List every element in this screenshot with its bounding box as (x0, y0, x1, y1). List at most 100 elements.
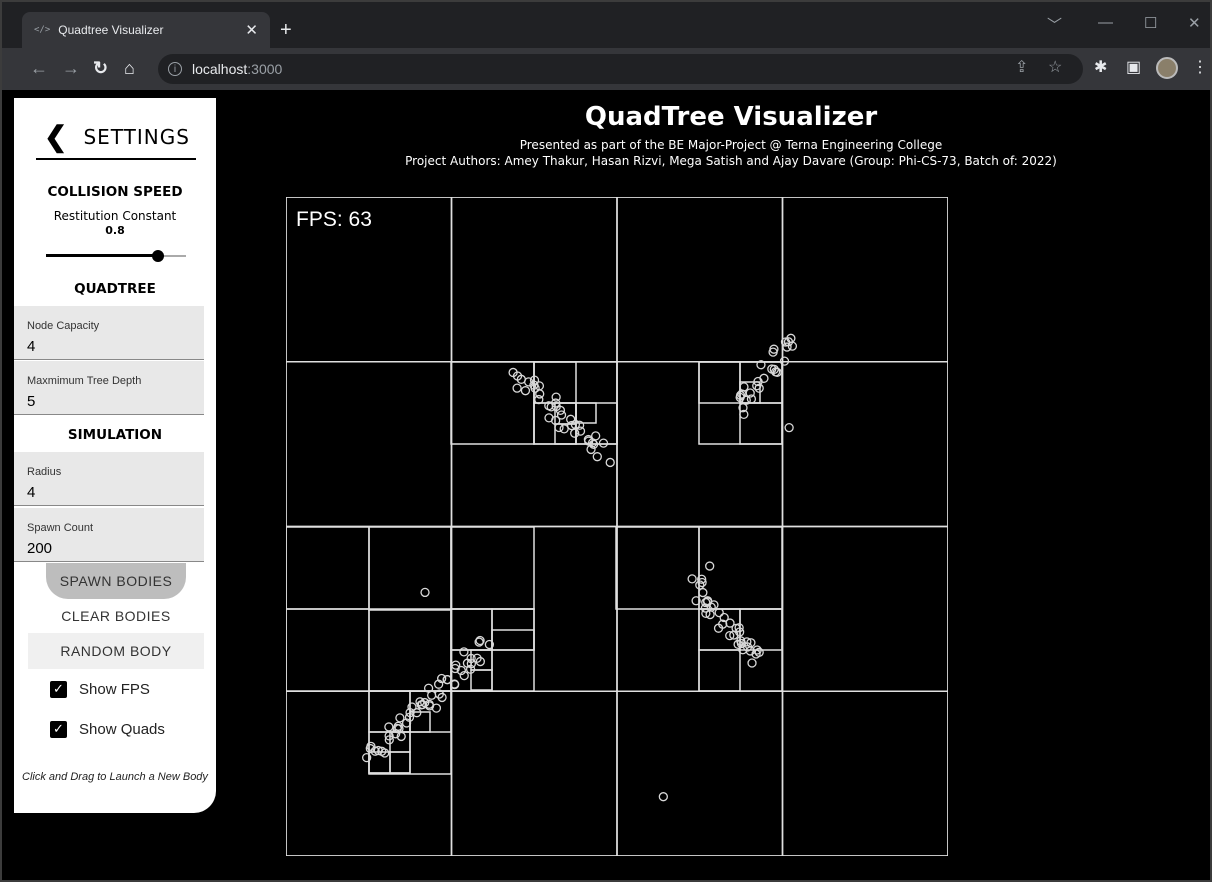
body-particle (559, 424, 569, 434)
profile-avatar[interactable] (1156, 57, 1178, 79)
quadtree-node (739, 608, 783, 651)
body-particle (658, 792, 668, 802)
spawn-count-field[interactable]: Spawn Count (14, 508, 204, 562)
spawn-bodies-button[interactable]: SPAWN BODIES (46, 563, 186, 599)
body-particle (687, 574, 697, 584)
chevron-left-icon[interactable]: ❮ (44, 123, 67, 151)
close-window-icon[interactable]: ✕ (1188, 14, 1201, 32)
quadtree-node (575, 402, 597, 424)
tab-title: Quadtree Visualizer (58, 23, 164, 37)
forward-icon[interactable]: → (62, 58, 80, 78)
settings-header[interactable]: ❮ SETTINGS (36, 116, 196, 160)
body-particle (459, 647, 469, 657)
checkmark-icon[interactable]: ✓ (50, 680, 67, 698)
quadtree-node (286, 608, 370, 692)
quadtree-node (389, 751, 411, 774)
settings-title: SETTINGS (83, 125, 190, 149)
extensions-icon[interactable]: ✱ (1094, 59, 1107, 77)
body-particle (420, 587, 430, 598)
radius-label: Radius (27, 466, 62, 478)
maximize-icon[interactable]: ☐ (1144, 14, 1157, 32)
quadtree-node (470, 669, 493, 691)
page-subtitle: Presented as part of the BE Major-Projec… (519, 138, 943, 152)
quadtree-node (615, 526, 700, 610)
restitution-value: 0.8 (105, 224, 125, 237)
url-host: localhost (192, 61, 248, 77)
address-bar[interactable]: i localhost:3000 (158, 54, 1083, 84)
settings-panel: ❮ SETTINGS COLLISION SPEED Restitution C… (14, 98, 216, 813)
code-icon: </> (34, 25, 51, 35)
body-particle (782, 342, 792, 352)
show-fps-checkbox[interactable]: ✓ Show FPS (50, 677, 150, 701)
quadtree-node (781, 197, 948, 363)
body-particle (556, 410, 567, 420)
star-icon[interactable]: ☆ (1048, 59, 1062, 77)
slider-thumb[interactable] (152, 250, 164, 262)
body-particle (714, 607, 724, 618)
quadtree-node (698, 526, 783, 610)
quadtree-node (368, 526, 452, 611)
url-port: :3000 (247, 61, 283, 77)
slider-fill (46, 254, 158, 257)
reload-icon[interactable]: ↻ (93, 58, 108, 78)
node-capacity-input[interactable] (27, 338, 197, 355)
quadtree-canvas[interactable] (286, 197, 948, 856)
quadtree-node (698, 361, 741, 404)
body-particle (427, 690, 437, 700)
quadtree-node (781, 361, 948, 528)
quadtree-node (368, 608, 452, 692)
quadtree-node (781, 525, 948, 692)
radius-field[interactable]: Radius (14, 452, 204, 506)
menu-icon[interactable]: ⋮ (1192, 59, 1208, 77)
body-particle (592, 452, 602, 462)
show-quads-checkbox[interactable]: ✓ Show Quads (50, 717, 165, 741)
body-particle (784, 422, 794, 433)
back-icon[interactable]: ← (30, 58, 48, 78)
quadtree-node (616, 690, 784, 856)
spawn-count-label: Spawn Count (27, 522, 94, 534)
tab-search-icon[interactable]: ﹀ (1047, 14, 1062, 35)
quadtree-node (616, 197, 784, 363)
quadtree-node (450, 526, 535, 610)
page-title: QuadTree Visualizer (584, 102, 878, 132)
simulation-title: SIMULATION (67, 427, 163, 443)
spawn-count-input[interactable] (27, 540, 197, 557)
close-tab-icon[interactable]: ✕ (245, 21, 258, 39)
body-particle (705, 561, 715, 571)
body-particle (739, 382, 749, 392)
body-particle (698, 587, 708, 598)
show-quads-label: Show Quads (79, 720, 165, 738)
body-particle (384, 722, 394, 732)
quadtree-title: QUADTREE (74, 281, 156, 297)
checkmark-icon[interactable]: ✓ (50, 720, 67, 738)
quadtree-node (781, 690, 948, 856)
share-icon[interactable]: ⇪ (1015, 59, 1028, 77)
body-particle (442, 674, 452, 685)
browser-tab[interactable]: </> Quadtree Visualizer ✕ (22, 12, 270, 48)
page-authors: Project Authors: Amey Thakur, Hasan Rizv… (405, 154, 1057, 168)
body-particle (598, 438, 609, 448)
quadtree-node (491, 629, 535, 651)
drag-hint: Click and Drag to Launch a New Body (22, 771, 208, 783)
new-tab-icon[interactable]: + (280, 20, 292, 40)
quadtree-node (286, 526, 370, 610)
tab-bar: </> Quadtree Visualizer ✕ + ﹀ — ☐ ✕ (0, 0, 1212, 48)
minimize-icon[interactable]: — (1098, 14, 1113, 31)
quadtree-node (450, 197, 618, 363)
info-icon[interactable]: i (168, 62, 182, 76)
restitution-slider[interactable] (46, 249, 186, 263)
node-capacity-field[interactable]: Node Capacity (14, 306, 204, 360)
show-fps-label: Show FPS (79, 680, 150, 698)
random-body-button[interactable]: RANDOM BODY (28, 633, 204, 669)
quadtree-node (286, 361, 453, 528)
clear-bodies-button[interactable]: CLEAR BODIES (28, 598, 204, 634)
sidepanel-icon[interactable]: ▣ (1126, 59, 1141, 77)
body-particle (512, 383, 522, 393)
home-icon[interactable]: ⌂ (124, 58, 135, 78)
browser-toolbar: ← → ↻ ⌂ i localhost:3000 ⇪ ☆ ✱ ▣ ⋮ (0, 48, 1212, 90)
fps-counter: FPS: 63 (296, 208, 372, 231)
max-depth-field[interactable]: Maxmimum Tree Depth (14, 361, 204, 415)
radius-input[interactable] (27, 484, 197, 501)
max-depth-input[interactable] (27, 393, 197, 410)
body-particle (747, 658, 757, 668)
